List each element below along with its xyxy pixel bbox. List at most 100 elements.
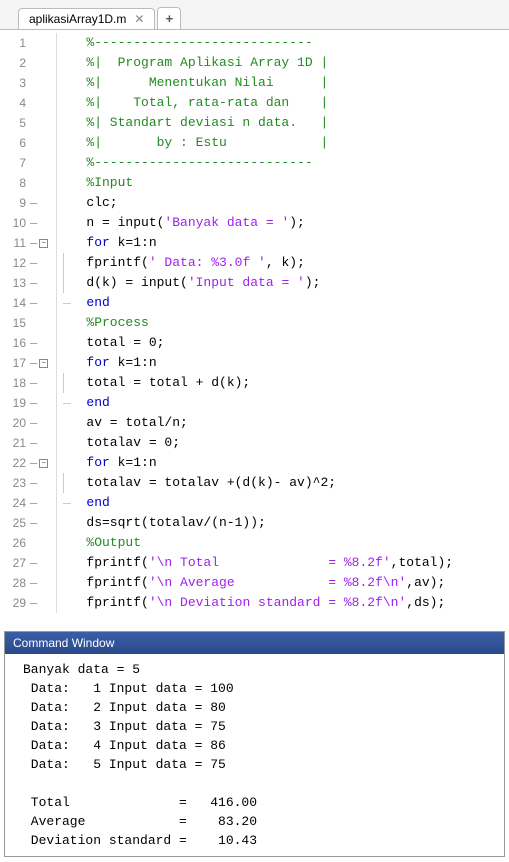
code-text[interactable]: fprintf('\n Deviation standard = %8.2f\n… xyxy=(56,593,509,613)
code-token: %Input xyxy=(63,175,133,190)
code-text[interactable]: %| Standart deviasi n data. | xyxy=(56,113,509,133)
code-text[interactable]: clc; xyxy=(56,193,509,213)
code-text[interactable]: totalav = totalav +(d(k)- av)^2; xyxy=(56,473,509,493)
code-text[interactable]: end xyxy=(56,393,509,413)
code-line[interactable]: 4 %| Total, rata-rata dan | xyxy=(0,93,509,113)
code-line[interactable]: 24– end xyxy=(0,493,509,513)
code-line[interactable]: 21– totalav = 0; xyxy=(0,433,509,453)
line-number: 25 xyxy=(0,513,30,533)
code-line[interactable]: 19– end xyxy=(0,393,509,413)
code-text[interactable]: %| Total, rata-rata dan | xyxy=(56,93,509,113)
section-dash-icon: – xyxy=(30,573,37,593)
section-dash-icon: – xyxy=(30,353,37,373)
code-line[interactable]: 25– ds=sqrt(totalav/(n-1)); xyxy=(0,513,509,533)
code-text[interactable]: totalav = 0; xyxy=(56,433,509,453)
code-editor[interactable]: 1 %----------------------------2 %| Prog… xyxy=(0,30,509,619)
code-line[interactable]: 22–− for k=1:n xyxy=(0,453,509,473)
code-line[interactable]: 16– total = 0; xyxy=(0,333,509,353)
code-line[interactable]: 10– n = input('Banyak data = '); xyxy=(0,213,509,233)
code-text[interactable]: %Process xyxy=(56,313,509,333)
line-number: 10 xyxy=(0,213,30,233)
section-dash-icon: – xyxy=(30,433,37,453)
code-line[interactable]: 6 %| by : Estu | xyxy=(0,133,509,153)
fold-icon[interactable]: − xyxy=(39,359,48,368)
code-line[interactable]: 17–− for k=1:n xyxy=(0,353,509,373)
code-text[interactable]: ds=sqrt(totalav/(n-1)); xyxy=(56,513,509,533)
code-line[interactable]: 11–− for k=1:n xyxy=(0,233,509,253)
code-token: total = total + d(k); xyxy=(63,375,250,390)
line-number: 12 xyxy=(0,253,30,273)
fold-icon[interactable]: − xyxy=(39,239,48,248)
section-dash-icon: – xyxy=(30,493,37,513)
file-tab[interactable]: aplikasiArray1D.m ✕ xyxy=(18,8,155,29)
line-number: 13 xyxy=(0,273,30,293)
code-text[interactable]: fprintf(' Data: %3.0f ', k); xyxy=(56,253,509,273)
code-text[interactable]: %Output xyxy=(56,533,509,553)
section-dash-icon: – xyxy=(30,413,37,433)
fold-guide-icon xyxy=(63,253,64,273)
section-dash-icon: – xyxy=(30,473,37,493)
code-text[interactable]: end xyxy=(56,493,509,513)
section-dash-icon: – xyxy=(30,373,37,393)
code-line[interactable]: 12– fprintf(' Data: %3.0f ', k); xyxy=(0,253,509,273)
section-dash-icon: – xyxy=(30,193,37,213)
close-icon[interactable]: ✕ xyxy=(134,12,144,26)
code-text[interactable]: for k=1:n xyxy=(56,233,509,253)
code-text[interactable]: %Input xyxy=(56,173,509,193)
gutter: – xyxy=(30,293,56,313)
code-line[interactable]: 23– totalav = totalav +(d(k)- av)^2; xyxy=(0,473,509,493)
code-text[interactable]: n = input('Banyak data = '); xyxy=(56,213,509,233)
code-token: %| Total, rata-rata dan | xyxy=(63,95,328,110)
code-token: '\n Average = %8.2f\n' xyxy=(149,575,406,590)
code-line[interactable]: 26 %Output xyxy=(0,533,509,553)
line-number: 17 xyxy=(0,353,30,373)
gutter: –− xyxy=(30,233,56,253)
code-line[interactable]: 1 %---------------------------- xyxy=(0,33,509,53)
code-text[interactable]: %| Menentukan Nilai | xyxy=(56,73,509,93)
code-text[interactable]: fprintf('\n Average = %8.2f\n',av); xyxy=(56,573,509,593)
fold-end-guide-icon xyxy=(63,403,71,404)
code-text[interactable]: for k=1:n xyxy=(56,453,509,473)
section-dash-icon: – xyxy=(30,293,37,313)
code-line[interactable]: 8 %Input xyxy=(0,173,509,193)
add-tab-button[interactable]: + xyxy=(157,7,181,29)
code-text[interactable]: av = total/n; xyxy=(56,413,509,433)
gutter: – xyxy=(30,393,56,413)
code-text[interactable]: %| by : Estu | xyxy=(56,133,509,153)
code-text[interactable]: total = 0; xyxy=(56,333,509,353)
code-line[interactable]: 2 %| Program Aplikasi Array 1D | xyxy=(0,53,509,73)
code-token: totalav = 0; xyxy=(63,435,180,450)
code-line[interactable]: 27– fprintf('\n Total = %8.2f',total); xyxy=(0,553,509,573)
code-text[interactable]: for k=1:n xyxy=(56,353,509,373)
gutter: – xyxy=(30,573,56,593)
code-line[interactable]: 5 %| Standart deviasi n data. | xyxy=(0,113,509,133)
section-dash-icon: – xyxy=(30,513,37,533)
code-line[interactable]: 14– end xyxy=(0,293,509,313)
code-line[interactable]: 15 %Process xyxy=(0,313,509,333)
line-number: 15 xyxy=(0,313,30,333)
code-text[interactable]: end xyxy=(56,293,509,313)
code-line[interactable]: 18– total = total + d(k); xyxy=(0,373,509,393)
code-text[interactable]: %---------------------------- xyxy=(56,33,509,53)
code-token: '\n Total = %8.2f' xyxy=(149,555,391,570)
code-text[interactable]: d(k) = input('Input data = '); xyxy=(56,273,509,293)
line-number: 6 xyxy=(0,133,30,153)
code-line[interactable]: 3 %| Menentukan Nilai | xyxy=(0,73,509,93)
code-text[interactable]: %---------------------------- xyxy=(56,153,509,173)
code-text[interactable]: total = total + d(k); xyxy=(56,373,509,393)
code-line[interactable]: 7 %---------------------------- xyxy=(0,153,509,173)
section-dash-icon: – xyxy=(30,213,37,233)
code-line[interactable]: 13– d(k) = input('Input data = '); xyxy=(0,273,509,293)
code-token: fprintf( xyxy=(63,595,149,610)
gutter: – xyxy=(30,213,56,233)
code-text[interactable]: %| Program Aplikasi Array 1D | xyxy=(56,53,509,73)
fold-icon[interactable]: − xyxy=(39,459,48,468)
code-text[interactable]: fprintf('\n Total = %8.2f',total); xyxy=(56,553,509,573)
code-token: fprintf( xyxy=(63,555,149,570)
code-line[interactable]: 29– fprintf('\n Deviation standard = %8.… xyxy=(0,593,509,613)
section-dash-icon: – xyxy=(30,253,37,273)
code-line[interactable]: 20– av = total/n; xyxy=(0,413,509,433)
code-line[interactable]: 28– fprintf('\n Average = %8.2f\n',av); xyxy=(0,573,509,593)
code-token: %Process xyxy=(63,315,149,330)
code-line[interactable]: 9– clc; xyxy=(0,193,509,213)
